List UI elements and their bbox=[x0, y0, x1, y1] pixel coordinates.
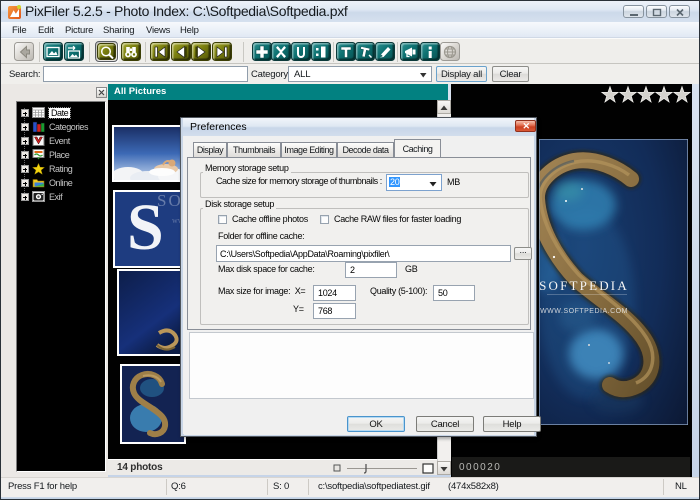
svg-text:SOFTPEDIA: SOFTPEDIA bbox=[539, 278, 629, 293]
svg-text:WWW.SOFTPEDIA.COM: WWW.SOFTPEDIA.COM bbox=[540, 308, 628, 315]
